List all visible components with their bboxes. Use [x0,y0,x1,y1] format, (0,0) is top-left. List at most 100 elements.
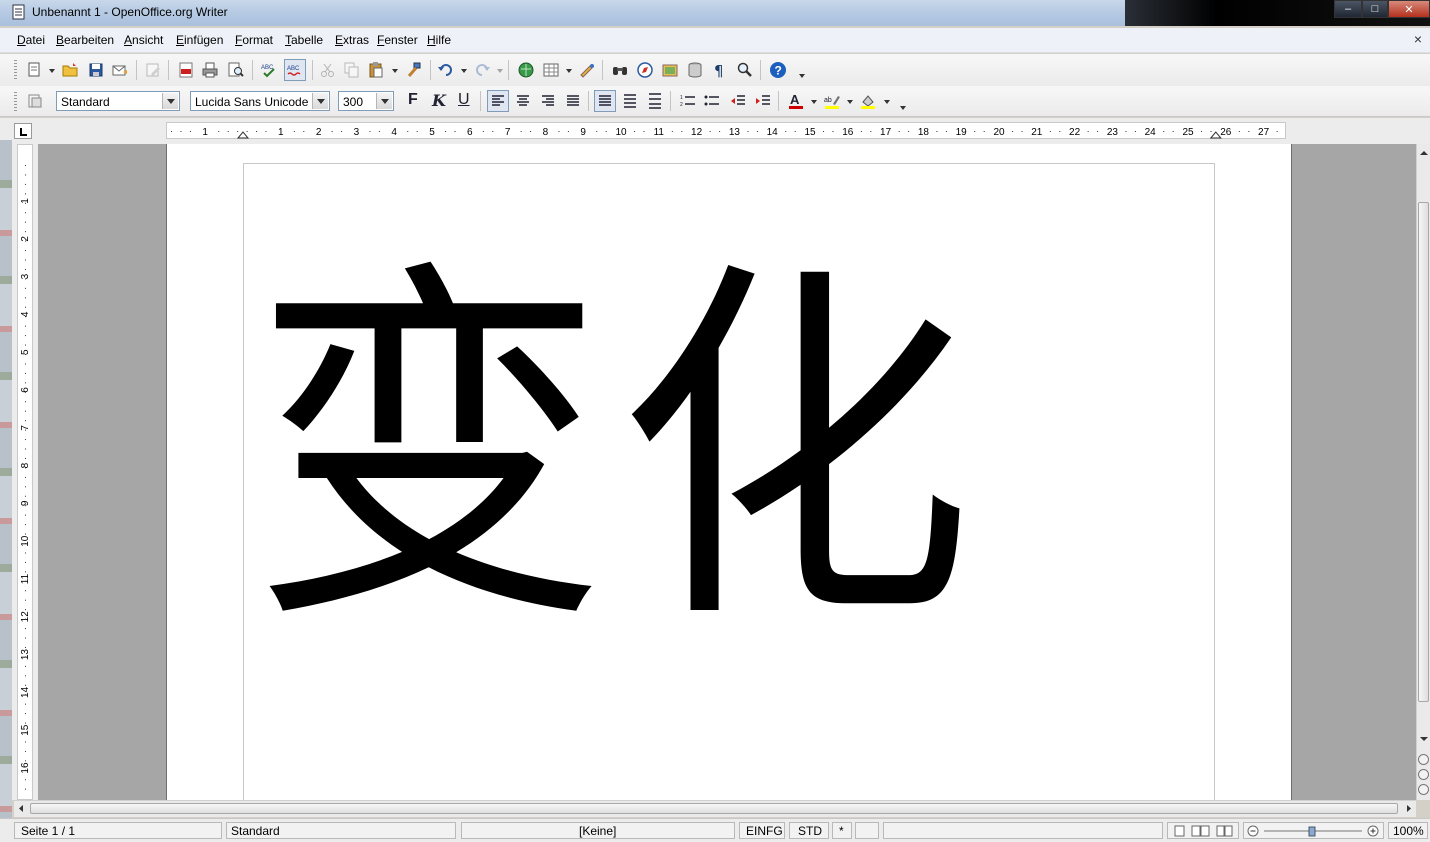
cut-icon[interactable] [318,60,338,80]
spellcheck-icon[interactable]: ABC [259,60,279,80]
align-right-icon[interactable] [538,91,558,111]
highlight-dropdown-arrow[interactable] [847,100,853,104]
toolbar-grip[interactable] [14,92,17,112]
digital-signature-indicator[interactable] [855,822,879,839]
data-sources-icon[interactable] [685,60,705,80]
menu-format[interactable]: Format [235,33,273,47]
insert-mode-indicator[interactable]: EINFG [739,822,785,839]
scroll-right-button[interactable] [1404,803,1414,814]
menu-extras[interactable]: Extras [335,33,369,47]
toolbar-overflow-arrow[interactable] [798,62,806,80]
underline-button[interactable]: U [458,91,470,109]
chevron-down-icon[interactable] [162,93,178,109]
line-spacing-15-icon[interactable] [620,91,640,111]
view-layout-icon[interactable] [1174,825,1234,837]
menu-fenster[interactable]: Fenster [377,33,418,47]
copy-icon[interactable] [342,60,362,80]
save-icon[interactable] [86,60,106,80]
previous-page-button[interactable] [1418,754,1429,765]
zoom-percentage[interactable]: 100% [1388,822,1428,839]
page-indicator[interactable]: Seite 1 / 1 [14,822,222,839]
scroll-left-button[interactable] [16,803,26,814]
navigation-button[interactable] [1418,769,1429,780]
view-layout-buttons[interactable] [1167,822,1239,839]
background-color-dropdown-arrow[interactable] [884,100,890,104]
styles-formatting-icon[interactable] [25,91,45,111]
menu-hilfe[interactable]: Hilfe [427,33,451,47]
close-window-button[interactable]: ✕ [1388,0,1430,18]
zoom-slider-control[interactable] [1246,824,1382,838]
redo-dropdown-arrow[interactable] [497,69,503,73]
navigator-icon[interactable] [635,60,655,80]
menu-einfuegen[interactable]: Einfügen [176,33,223,47]
minimize-button[interactable]: ‒ [1334,0,1362,18]
numbering-icon[interactable]: 12 [678,91,698,111]
horizontal-ruler[interactable]: 1 1 2 3 4 5 6 7 8 9 10 11 12 13 14 15 16 17 18 19 20 21 22 23 24… [0,118,1430,145]
vertical-ruler[interactable]: 1 2 3 4 5 6 7 8 9 10 11 12 13 14 15 16 [12,144,38,800]
menu-bearbeiten[interactable]: Bearbeiten [56,33,114,47]
horizontal-scrollbar[interactable] [14,800,1416,817]
menu-ansicht[interactable]: Ansicht [124,33,163,47]
indent-marker[interactable] [236,131,250,139]
zoom-slider[interactable] [1243,822,1384,839]
edit-file-icon[interactable] [143,60,163,80]
modified-indicator[interactable]: * [832,822,852,839]
font-size-combo[interactable]: 300 [338,91,394,111]
bullets-icon[interactable] [702,91,722,111]
toolbar-grip[interactable] [14,60,17,80]
scroll-down-button[interactable] [1418,732,1430,746]
decrease-indent-icon[interactable] [728,91,748,111]
document-text[interactable]: 变化 [251,264,983,639]
toolbar-overflow-arrow[interactable] [899,94,907,112]
highlight-icon[interactable]: ab [822,91,842,111]
document-page[interactable]: 变化 [166,144,1292,800]
horizontal-scroll-thumb[interactable] [30,803,1398,814]
align-left-icon[interactable] [487,90,509,112]
font-name-combo[interactable]: Lucida Sans Unicode [190,91,330,111]
selection-mode-indicator[interactable]: STD [789,822,829,839]
find-replace-icon[interactable] [610,60,630,80]
print-icon[interactable] [200,60,220,80]
paste-dropdown-arrow[interactable] [392,69,398,73]
undo-dropdown-arrow[interactable] [461,69,467,73]
format-paintbrush-icon[interactable] [404,60,424,80]
table-dropdown-arrow[interactable] [566,69,572,73]
redo-icon[interactable] [472,60,492,80]
increase-indent-icon[interactable] [753,91,773,111]
page-style-indicator[interactable]: Standard [226,822,456,839]
show-draw-functions-icon[interactable] [577,60,597,80]
menu-datei[interactable]: Datei [17,33,45,47]
document-area[interactable]: 变化 [38,144,1416,800]
export-pdf-icon[interactable] [176,60,196,80]
hyperlink-icon[interactable] [516,60,536,80]
scroll-up-button[interactable] [1418,146,1430,160]
new-dropdown-arrow[interactable] [49,69,55,73]
paste-icon[interactable] [366,60,386,80]
maximize-button[interactable]: □ [1362,0,1388,18]
chevron-down-icon[interactable] [376,93,392,109]
line-spacing-1-icon[interactable] [594,90,616,112]
justify-icon[interactable] [563,91,583,111]
vertical-scrollbar[interactable] [1416,144,1430,800]
font-color-icon[interactable]: A [786,91,806,111]
bold-button[interactable]: F [408,91,418,109]
zoom-icon[interactable] [735,60,755,80]
close-document-button[interactable]: × [1414,31,1422,47]
auto-spellcheck-icon[interactable]: ABC [284,59,306,81]
paragraph-style-combo[interactable]: Standard [56,91,180,111]
ruler-scale[interactable]: 1 1 2 3 4 5 6 7 8 9 10 11 12 13 14 15 16 17 18 19 20 21 22 23 24… [166,122,1286,139]
help-icon[interactable]: ? [768,60,788,80]
tab-stop-selector[interactable] [14,123,32,139]
align-center-icon[interactable] [513,91,533,111]
next-page-button[interactable] [1418,784,1429,795]
italic-button[interactable]: K [432,91,446,110]
open-folder-icon[interactable] [60,60,80,80]
chevron-down-icon[interactable] [312,93,328,109]
print-preview-icon[interactable] [226,60,246,80]
formatting-marks-icon[interactable]: ¶ [710,60,730,80]
language-indicator[interactable]: [Keine] [461,822,735,839]
email-icon[interactable] [110,60,130,80]
line-spacing-2-icon[interactable] [645,91,665,111]
vertical-scroll-thumb[interactable] [1418,202,1429,702]
font-color-dropdown-arrow[interactable] [811,100,817,104]
